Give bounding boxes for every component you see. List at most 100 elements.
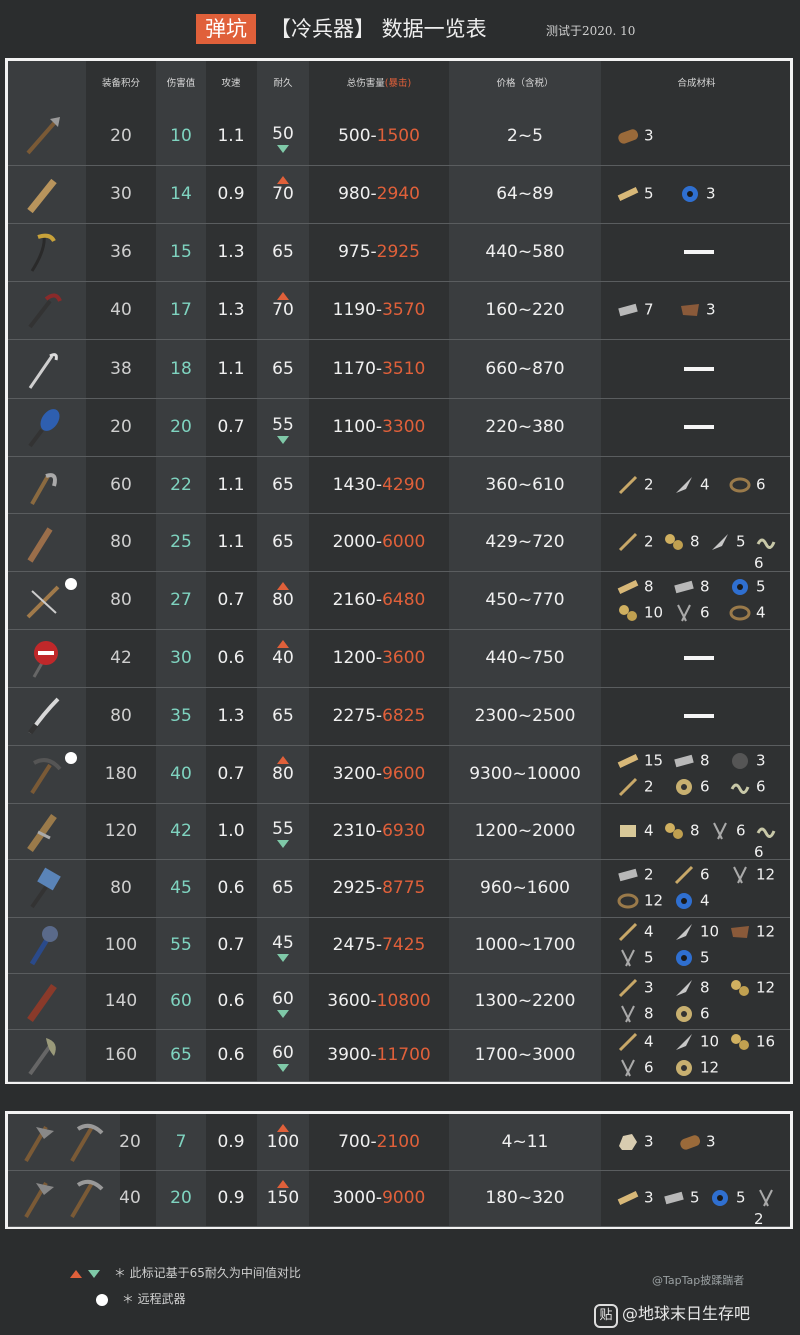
header-total-damage: 总伤害量(暴击)	[311, 75, 447, 89]
total-damage-cell: 1170-3510	[311, 360, 447, 378]
table-row: 100 55 0.7 45 2475-7425 1000~1700 4 10 12 5 5	[8, 917, 790, 973]
rope-icon	[729, 477, 751, 492]
total-damage-crit: 2100	[376, 1132, 420, 1152]
table-row: 42 30 0.6 40 1200-3600 440~750	[8, 629, 790, 687]
arrow-down-icon	[277, 145, 289, 153]
material-count: 4	[644, 922, 654, 941]
material-item: 5	[708, 530, 746, 554]
material-item: 7	[616, 298, 654, 322]
material-item: 5	[662, 1186, 700, 1210]
total-damage-crit: 9600	[382, 764, 426, 784]
durability-value: 65	[272, 706, 294, 726]
price-cell: 64~89	[496, 184, 554, 204]
watermark: 贴 @地球末日生存吧	[594, 1300, 750, 1328]
material-count: 8	[690, 821, 700, 840]
weapon-icon	[20, 462, 66, 508]
total-damage-low: 980-	[338, 184, 377, 204]
total-damage-cell: 1200-3600	[311, 650, 447, 667]
header-score: 装备积分	[101, 78, 140, 89]
durability-value: 100	[266, 1132, 300, 1152]
damage-cell: 22	[170, 474, 192, 495]
total-damage-cell: 2475-7425	[311, 937, 447, 954]
total-damage-low: 500-	[338, 126, 377, 146]
material-item: 5	[708, 1186, 746, 1210]
material-count: 3	[706, 184, 716, 203]
header-total-label: 总伤害量	[346, 78, 385, 89]
weapon-icon	[20, 519, 66, 565]
price-cell: 660~870	[485, 358, 565, 379]
material-item: 6	[728, 775, 766, 799]
material-item: 6	[754, 819, 790, 861]
durability-cell: 65	[257, 880, 309, 897]
tape-icon	[682, 186, 698, 202]
weapon-icon	[20, 287, 66, 333]
ingot-icon	[618, 303, 638, 317]
damage-cell: 10	[170, 126, 192, 146]
damage-cell: 15	[170, 242, 192, 262]
material-item: 3	[616, 124, 654, 148]
damage-cell: 40	[170, 764, 192, 784]
durability-value: 150	[266, 1188, 300, 1208]
material-count: 6	[756, 777, 766, 796]
weapon-icon	[20, 171, 66, 217]
durability-cell: 65	[257, 708, 309, 725]
material-item: 6	[672, 863, 710, 887]
total-damage-crit: 7425	[382, 935, 426, 955]
score-cell: 42	[110, 648, 132, 668]
total-damage-crit: 6000	[382, 532, 426, 552]
durability-value: 65	[272, 474, 294, 495]
durability-cell: 65	[257, 534, 309, 551]
price-cell: 2300~2500	[474, 706, 576, 726]
gear-icon	[676, 779, 692, 795]
tool-row: 40 20 0.9 150 3000-9000 180~320 3 5 5 2	[8, 1170, 790, 1228]
price-cell: 440~580	[485, 242, 565, 262]
material-item: 8	[616, 1002, 654, 1026]
material-count: 8	[690, 532, 700, 551]
arrow-up-icon	[277, 582, 289, 590]
durability-value: 80	[272, 764, 294, 784]
parts-icon	[665, 823, 683, 839]
tieba-icon: 贴	[594, 1304, 618, 1328]
total-damage-low: 3900-	[327, 1045, 377, 1065]
damage-cell: 35	[170, 706, 192, 726]
material-item: 3	[616, 1130, 654, 1154]
total-damage-cell: 975-2925	[311, 244, 447, 261]
stick-icon	[618, 978, 638, 998]
tool-icon	[16, 1175, 106, 1221]
row-divider	[8, 1081, 790, 1082]
tool-row: 20 7 0.9 100 700-2100 4~11 3 3	[8, 1114, 790, 1170]
material-count: 3	[644, 1188, 654, 1207]
score-cell: 20	[110, 417, 132, 437]
material-item: 3	[616, 1186, 654, 1210]
damage-cell: 18	[170, 358, 192, 379]
material-item: 2	[616, 775, 654, 799]
material-count: 6	[700, 1004, 710, 1023]
durability-cell: 70	[257, 176, 309, 203]
price-cell: 960~1600	[480, 878, 570, 898]
weapon-icon	[20, 808, 66, 854]
total-damage-low: 3200-	[332, 764, 383, 784]
durability-value: 70	[272, 300, 294, 320]
table-header: 装备积分 伤害值 攻速 耐久 总伤害量(暴击) 价格（含税） 合成材料	[8, 61, 790, 107]
total-damage-cell: 1430-4290	[311, 476, 447, 494]
table-row: 160 65 0.6 60 3900-11700 1700~3000 4 10 16 6 12	[8, 1029, 790, 1081]
material-count: 8	[644, 1004, 654, 1023]
header-crit-label: (暴击)	[384, 78, 412, 89]
material-item: 4	[616, 1030, 654, 1054]
price-cell: 1200~2000	[474, 821, 576, 841]
total-damage-cell: 2000-6000	[311, 534, 447, 551]
material-count: 7	[644, 300, 654, 319]
durability-cell: 60	[257, 991, 309, 1018]
material-item: 12	[616, 889, 663, 913]
material-item: 10	[616, 601, 663, 625]
material-count: 2	[644, 777, 654, 796]
material-item: 6	[728, 473, 766, 497]
tape-icon	[676, 950, 692, 966]
price-cell: 440~750	[485, 648, 565, 668]
damage-cell: 27	[170, 590, 192, 610]
durability-cell: 55	[257, 417, 309, 444]
material-item: 10	[672, 1030, 719, 1054]
price-cell: 429~720	[485, 532, 565, 552]
total-damage-low: 1100-	[332, 417, 383, 437]
score-cell: 100	[104, 935, 138, 955]
